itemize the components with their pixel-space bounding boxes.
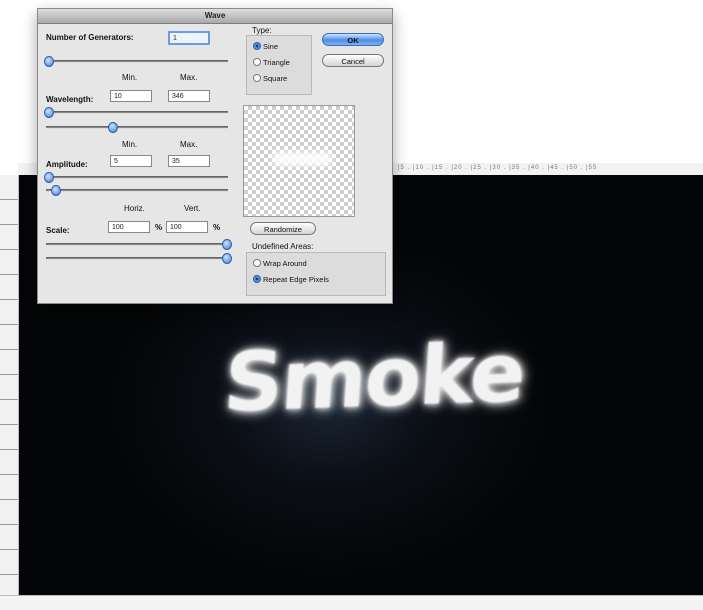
undefined-areas-label: Undefined Areas: [252, 242, 314, 251]
wavelength-min-header: Min. [122, 73, 138, 82]
amplitude-label: Amplitude: [46, 160, 88, 169]
wrap-around-label: Wrap Around [263, 259, 307, 268]
scale-vert-unit: % [213, 223, 221, 232]
type-square-label: Square [263, 74, 288, 83]
wavelength-max-header: Max. [180, 73, 198, 82]
radio-square[interactable] [253, 74, 261, 82]
radio-triangle[interactable] [253, 58, 261, 66]
amplitude-max-input[interactable]: 35 [168, 155, 210, 167]
amplitude-max-header: Max. [180, 140, 198, 149]
generators-slider[interactable] [44, 56, 228, 67]
generators-input[interactable]: 1 [168, 31, 210, 45]
vertical-ruler [0, 175, 19, 595]
type-option-triangle[interactable]: Triangle [253, 58, 290, 67]
amplitude-max-thumb[interactable] [51, 185, 61, 196]
scale-horiz-unit: % [155, 223, 163, 232]
radio-wrap-around[interactable] [253, 259, 261, 267]
wavelength-label: Wavelength: [46, 95, 94, 104]
type-sine-label: Sine [263, 42, 279, 51]
cancel-button[interactable]: Cancel [322, 54, 384, 67]
scale-vert-slider[interactable] [46, 253, 232, 264]
status-bar [0, 595, 703, 610]
wavelength-min-slider[interactable] [44, 107, 228, 118]
amplitude-min-slider[interactable] [44, 172, 228, 183]
type-label: Type: [252, 26, 272, 35]
amplitude-min-thumb[interactable] [44, 172, 54, 183]
ok-button[interactable]: OK [322, 33, 384, 46]
undefined-areas-group: Wrap Around Repeat Edge Pixels [246, 252, 386, 296]
scale-label: Scale: [46, 226, 70, 235]
undefined-option-wrap[interactable]: Wrap Around [253, 259, 307, 268]
undefined-option-repeat[interactable]: Repeat Edge Pixels [253, 275, 329, 284]
scale-vert-input[interactable]: 100 [166, 221, 208, 233]
randomize-button[interactable]: Randomize [250, 222, 316, 235]
type-group: Sine Triangle Square [246, 35, 312, 95]
wavelength-min-input[interactable]: 10 [110, 90, 152, 102]
repeat-edge-label: Repeat Edge Pixels [263, 275, 329, 284]
type-option-square[interactable]: Square [253, 74, 287, 83]
preview-thumbnail[interactable] [243, 105, 355, 217]
scale-horiz-header: Horiz. [124, 204, 145, 213]
smoke-text: Smoke [220, 325, 528, 432]
radio-repeat-edge[interactable] [253, 275, 261, 283]
radio-sine[interactable] [253, 42, 261, 50]
amplitude-min-header: Min. [122, 140, 138, 149]
dialog-title: Wave [38, 9, 392, 24]
type-option-sine[interactable]: Sine [253, 42, 278, 51]
wave-dialog: Wave Number of Generators: 1 Min. Max. W… [37, 8, 393, 304]
preview-ghost-text [272, 152, 332, 166]
amplitude-max-slider[interactable] [46, 185, 228, 196]
wavelength-min-thumb[interactable] [44, 107, 54, 118]
generators-slider-thumb[interactable] [44, 56, 54, 67]
scale-horiz-input[interactable]: 100 [108, 221, 150, 233]
ruler-ticks: |5 . |10 . |15 . |20 . |25 . |30 . |35 .… [398, 165, 598, 171]
wavelength-max-input[interactable]: 346 [168, 90, 210, 102]
wavelength-max-thumb[interactable] [108, 122, 118, 133]
generators-label: Number of Generators: [46, 33, 134, 42]
scale-horiz-thumb[interactable] [222, 239, 232, 250]
type-triangle-label: Triangle [263, 58, 290, 67]
amplitude-min-input[interactable]: 5 [110, 155, 152, 167]
scale-vert-thumb[interactable] [222, 253, 232, 264]
scale-horiz-slider[interactable] [46, 239, 232, 250]
scale-vert-header: Vert. [184, 204, 201, 213]
wavelength-max-slider[interactable] [46, 122, 228, 133]
